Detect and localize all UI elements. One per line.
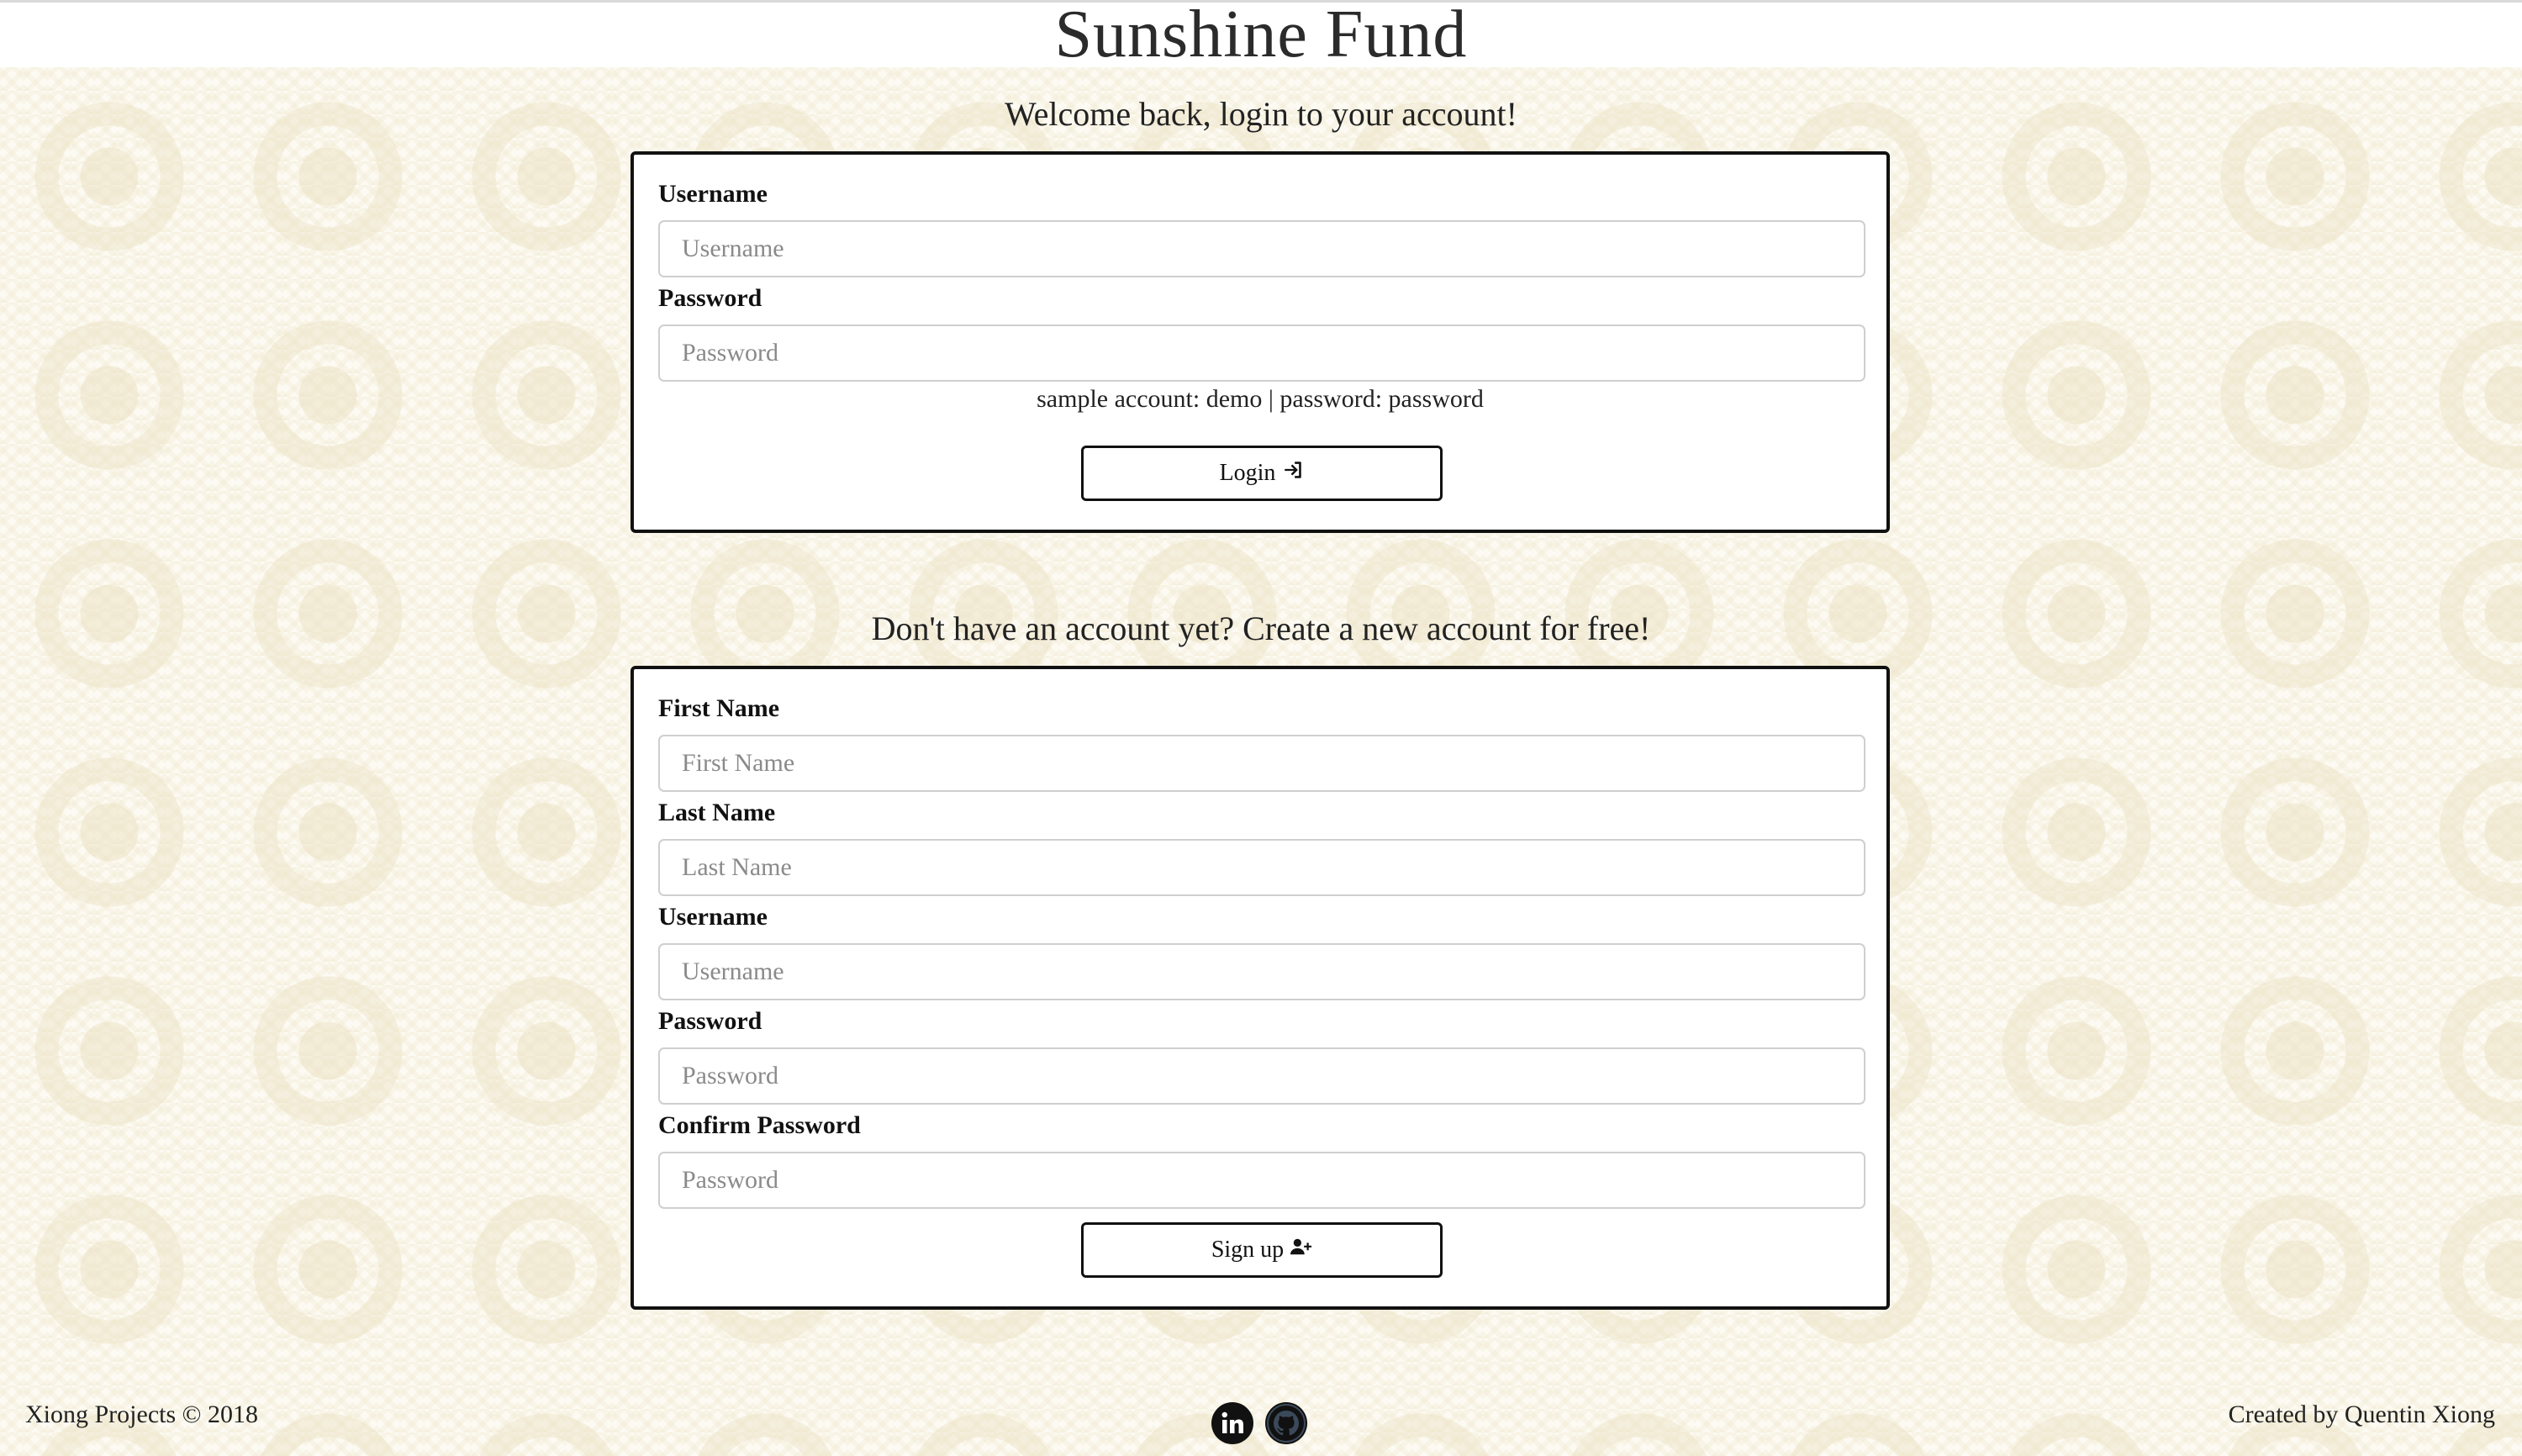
login-heading: Welcome back, login to your account! bbox=[1005, 95, 1517, 133]
confirm-password-label: Confirm Password bbox=[658, 1111, 861, 1139]
login-password-label: Password bbox=[658, 284, 762, 312]
login-button[interactable]: Login bbox=[1081, 446, 1443, 501]
linkedin-icon[interactable] bbox=[1211, 1401, 1254, 1445]
social-links bbox=[1211, 1401, 1308, 1445]
last-name-label: Last Name bbox=[658, 799, 776, 826]
login-password-input[interactable] bbox=[658, 324, 1865, 382]
github-icon[interactable] bbox=[1264, 1401, 1308, 1445]
login-button-label: Login bbox=[1219, 460, 1276, 486]
login-username-label: Username bbox=[658, 180, 768, 208]
page-title: Sunshine Fund bbox=[1054, 0, 1468, 71]
signup-username-input[interactable] bbox=[658, 943, 1865, 1000]
signup-username-label: Username bbox=[658, 903, 768, 931]
user-plus-icon bbox=[1290, 1236, 1312, 1264]
first-name-input[interactable] bbox=[658, 735, 1865, 792]
signup-form: First Name Last Name Username Password C… bbox=[630, 666, 1890, 1310]
signup-password-label: Password bbox=[658, 1007, 762, 1035]
signup-button-label: Sign up bbox=[1211, 1237, 1285, 1263]
signup-password-input[interactable] bbox=[658, 1047, 1865, 1105]
last-name-input[interactable] bbox=[658, 839, 1865, 896]
footer-credit: Created by Quentin Xiong bbox=[2228, 1401, 2495, 1428]
confirm-password-input[interactable] bbox=[658, 1152, 1865, 1209]
sample-account-hint: sample account: demo | password: passwor… bbox=[1037, 385, 1484, 413]
signup-heading: Don't have an account yet? Create a new … bbox=[871, 609, 1651, 647]
signup-button[interactable]: Sign up bbox=[1081, 1222, 1443, 1278]
login-username-input[interactable] bbox=[658, 220, 1865, 277]
footer-copyright: Xiong Projects © 2018 bbox=[25, 1401, 258, 1428]
sign-in-icon bbox=[1282, 459, 1304, 488]
first-name-label: First Name bbox=[658, 694, 780, 722]
login-form: Username Password sample account: demo |… bbox=[630, 151, 1890, 533]
